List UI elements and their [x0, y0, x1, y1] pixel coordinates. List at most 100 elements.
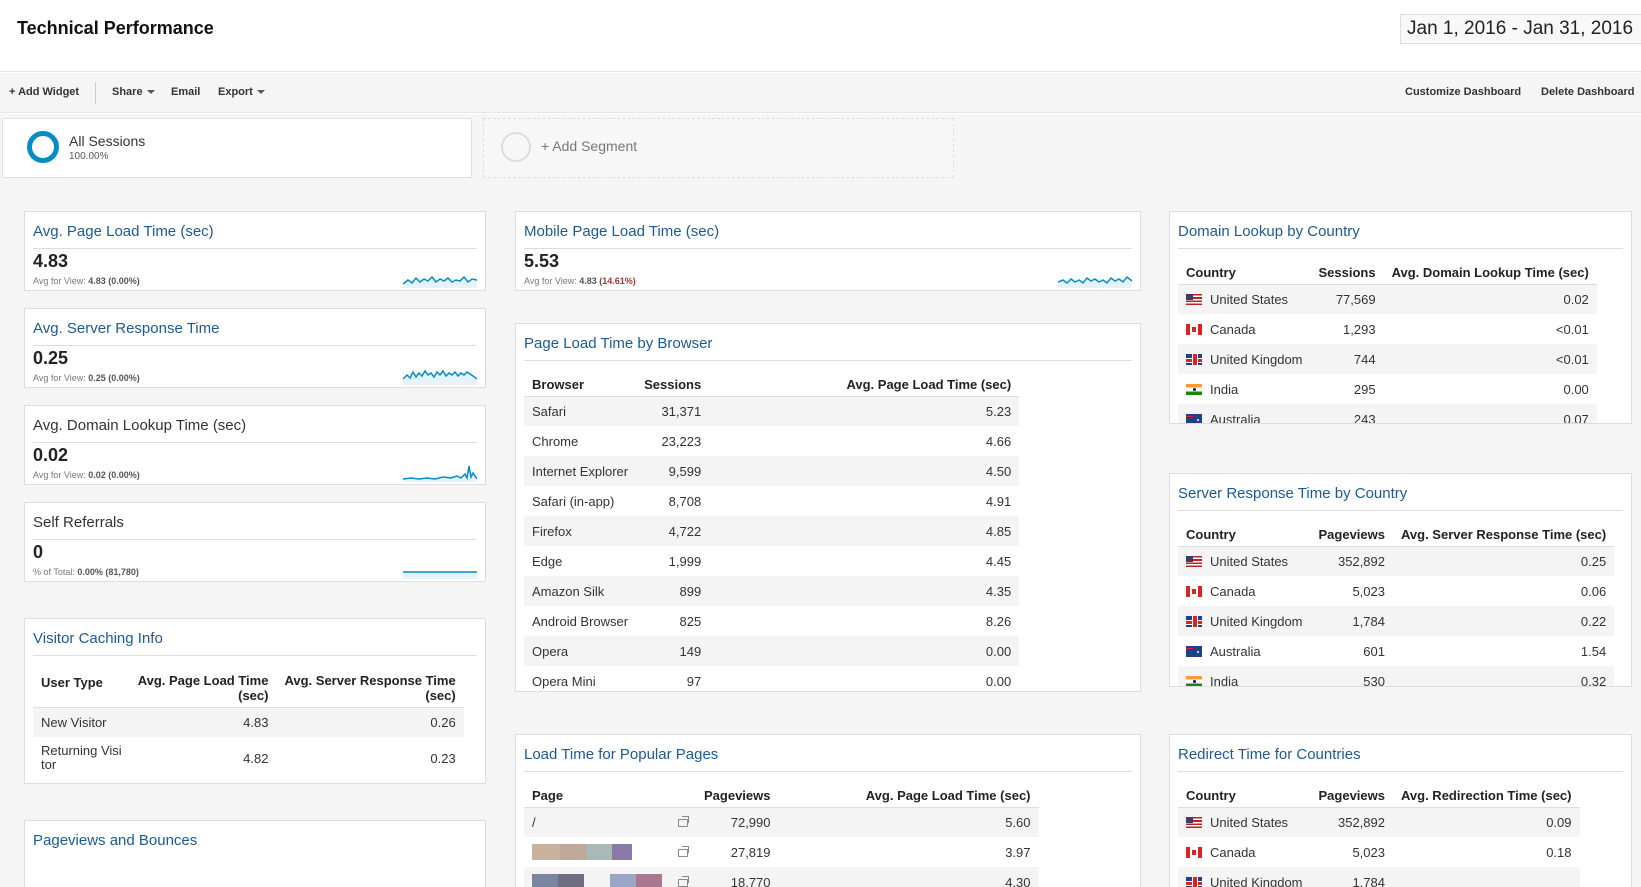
widget-title[interactable]: Avg. Server Response Time: [33, 320, 219, 337]
col-pageviews: Pageviews: [696, 779, 779, 808]
date-range-picker[interactable]: Jan 1, 2016 - Jan 31, 2016: [1400, 14, 1641, 44]
email-button[interactable]: Email: [171, 86, 200, 98]
redacted-block: [532, 844, 560, 861]
page-link-redacted[interactable]: [524, 867, 670, 887]
cell: [670, 807, 696, 837]
domain-lookup-table: Country Sessions Avg. Domain Lookup Time (…: [1178, 256, 1597, 423]
table-row: Canada 5,023 0.18: [1178, 837, 1580, 867]
metric-value: 0: [33, 542, 44, 562]
country-name: Australia: [1210, 643, 1261, 659]
country-name: India: [1210, 673, 1239, 687]
page-link[interactable]: /: [524, 807, 670, 837]
cell: 4.83: [129, 707, 277, 737]
col-avg-redirect: Avg. Redirection Time (sec): [1393, 779, 1580, 808]
widget-title[interactable]: Page Load Time by Browser: [524, 335, 712, 352]
col-country: Country: [1178, 779, 1311, 808]
cell: 5,023: [1352, 844, 1385, 860]
table-row: 27,819 3.97: [524, 837, 1039, 867]
segment-name: All Sessions: [69, 133, 146, 149]
cell: 1,784: [1310, 606, 1393, 636]
widget-title[interactable]: Mobile Page Load Time (sec): [524, 223, 719, 240]
table-row: United States 77,569 0.02: [1178, 284, 1597, 314]
add-segment-button[interactable]: + Add Segment: [483, 118, 954, 178]
server-response-table: Country Pageviews Avg. Server Response Tim…: [1178, 518, 1615, 687]
external-link-icon[interactable]: [678, 845, 689, 857]
cell: Chrome: [532, 433, 579, 449]
cell: Returning Visi tor: [33, 737, 130, 779]
widget-title[interactable]: Pageviews and Bounces: [33, 832, 197, 849]
widget-title[interactable]: Server Response Time by Country: [1178, 485, 1407, 502]
cell: 9,599: [636, 456, 710, 486]
redacted-block: [612, 844, 632, 861]
cell: 23,223: [661, 433, 702, 449]
col-pageviews: Pageviews: [1310, 518, 1393, 547]
metric-sub: Avg for View: 4.83 (0.00%): [33, 276, 140, 286]
page-link-redacted[interactable]: [524, 837, 670, 867]
customize-dashboard-button[interactable]: Customize Dashboard: [1405, 86, 1521, 98]
widget-title[interactable]: Load Time for Popular Pages: [524, 746, 718, 763]
widget-server-response-by-country: Server Response Time by Country Country P…: [1169, 473, 1632, 687]
widget-page-load-time-by-browser: Page Load Time by Browser Browser Sessio…: [515, 323, 1141, 692]
india-flag-icon: [1186, 383, 1202, 395]
country-name: United States: [1210, 553, 1289, 569]
cell: United Kingdom: [1178, 344, 1311, 374]
cell: Opera Mini: [532, 673, 596, 689]
external-link-icon[interactable]: [678, 815, 689, 827]
cell: 825: [679, 613, 702, 629]
country-name: Canada: [1210, 583, 1256, 599]
country-name: Canada: [1210, 321, 1256, 337]
table-row: Internet Explorer 9,599 4.50: [524, 456, 1020, 486]
table-row: / 72,990 5.60: [524, 807, 1039, 837]
col-server-response-line2: (sec): [425, 687, 456, 703]
cell: 0.23: [430, 750, 456, 766]
col-avg-load: Avg. Page Load Time (sec): [778, 779, 1039, 808]
cell: 3.97: [1005, 844, 1031, 860]
widget-visitor-caching-info: Visitor Caching Info User Type Avg. Page…: [24, 618, 486, 784]
col-server-response-line1: Avg. Server Response Time: [284, 672, 456, 688]
metric-sub-value: 4.83 (0.00%): [88, 276, 140, 286]
export-menu-button[interactable]: Export: [218, 86, 265, 98]
widget-title[interactable]: Redirect Time for Countries: [1178, 746, 1361, 763]
cell: 4.85: [709, 516, 1020, 546]
table-row: United Kingdom 1,784: [1178, 867, 1580, 887]
redacted-block: [558, 874, 584, 887]
widget-title[interactable]: Avg. Page Load Time (sec): [33, 223, 214, 240]
widget-title[interactable]: Domain Lookup by Country: [1178, 223, 1360, 240]
cell-line2: tor: [41, 757, 57, 772]
sparkline: [1058, 275, 1132, 288]
redacted-block: [610, 874, 636, 887]
metric-sub-label: Avg for View:: [524, 276, 577, 286]
cell: 0.18: [1546, 844, 1572, 860]
metric-sub-change: (14.61%): [599, 276, 636, 286]
cell: 5,023: [1352, 583, 1385, 599]
table-row: United Kingdom 744 <0.01: [1178, 344, 1597, 374]
add-widget-button[interactable]: + Add Widget: [9, 86, 79, 98]
widget-title: Avg. Domain Lookup Time (sec): [33, 417, 247, 434]
widget-domain-lookup-by-country: Domain Lookup by Country Country Sessions…: [1169, 211, 1632, 424]
widget-title[interactable]: Visitor Caching Info: [33, 630, 163, 647]
metric-sub-value: 0.25 (0.00%): [88, 373, 140, 383]
table-row: United States 352,892 0.09: [1178, 807, 1580, 837]
divider: [1178, 771, 1623, 772]
delete-dashboard-button[interactable]: Delete Dashboard: [1541, 86, 1635, 98]
cell: United States: [1178, 284, 1311, 314]
redacted-block: [636, 874, 662, 887]
chevron-down-icon: [256, 90, 265, 95]
col-country: Country: [1178, 256, 1311, 285]
metric-sub: Avg for View: 0.25 (0.00%): [33, 373, 140, 383]
external-link-icon[interactable]: [678, 875, 689, 887]
col-sessions: Sessions: [1310, 256, 1384, 285]
canada-flag-icon: [1186, 323, 1202, 335]
share-label: Share: [112, 86, 143, 98]
cell: Canada: [1178, 314, 1311, 344]
cell: United States: [1178, 546, 1311, 576]
segment-all-sessions[interactable]: All Sessions 100.00%: [2, 118, 472, 178]
india-flag-icon: [1186, 675, 1202, 686]
cell: 0.07: [1383, 404, 1597, 423]
share-menu-button[interactable]: Share: [112, 86, 155, 98]
redirect-time-table: Country Pageviews Avg. Redirection Time (s…: [1178, 779, 1580, 887]
cell: Canada: [1178, 837, 1311, 867]
cell: 8.26: [985, 613, 1012, 629]
cell: Firefox: [524, 516, 637, 546]
cell: 8,708: [668, 493, 702, 509]
